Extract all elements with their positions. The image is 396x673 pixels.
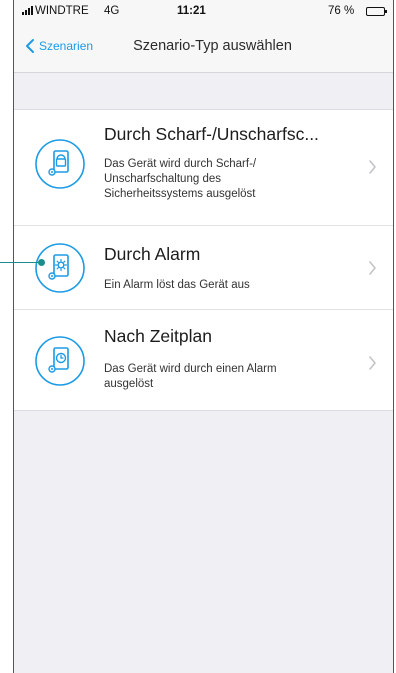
signal-strength-icon — [22, 6, 33, 15]
schedule-device-icon — [33, 334, 87, 388]
status-bar: WINDTRE 4G 11:21 76 % — [14, 0, 393, 24]
scenario-type-title: Durch Scharf-/Unscharfsc... — [104, 124, 319, 144]
scenario-type-description: Das Gerät wird durch einen Alarm ausgelö… — [104, 363, 277, 390]
scenario-type-schedule[interactable]: Nach Zeitplan Das Gerät wird durch einen… — [14, 309, 393, 410]
callout-line — [0, 262, 40, 263]
alarm-device-icon — [33, 241, 87, 295]
battery-percent: 76 % — [328, 5, 355, 17]
battery-icon — [366, 7, 387, 16]
phone-screen: WINDTRE 4G 11:21 76 % Szenarien Szenario… — [13, 0, 394, 673]
scenario-type-list: Durch Scharf-/Unscharfsc... Das Gerät wi… — [14, 109, 393, 411]
scenario-type-title: Nach Zeitplan — [104, 326, 212, 346]
chevron-right-icon — [369, 356, 376, 370]
chevron-right-icon — [369, 160, 376, 174]
arm-disarm-device-icon — [33, 137, 87, 191]
navigation-bar: Szenarien Szenario-Typ auswählen — [14, 24, 393, 73]
scenario-type-description: Ein Alarm löst das Gerät aus — [104, 279, 250, 291]
clock: 11:21 — [177, 5, 206, 17]
page-title: Szenario-Typ auswählen — [133, 38, 292, 54]
scenario-type-arm-disarm[interactable]: Durch Scharf-/Unscharfsc... Das Gerät wi… — [14, 110, 393, 225]
scenario-type-description: Das Gerät wird durch Scharf-/ Unscharfsc… — [104, 158, 257, 200]
chevron-right-icon — [369, 261, 376, 275]
scenario-type-title: Durch Alarm — [104, 244, 201, 264]
network-type: 4G — [104, 5, 120, 17]
carrier-name: WINDTRE — [35, 5, 89, 17]
scenario-type-alarm[interactable]: Durch Alarm Ein Alarm löst das Gerät aus — [14, 225, 393, 309]
callout-dot — [38, 259, 45, 266]
